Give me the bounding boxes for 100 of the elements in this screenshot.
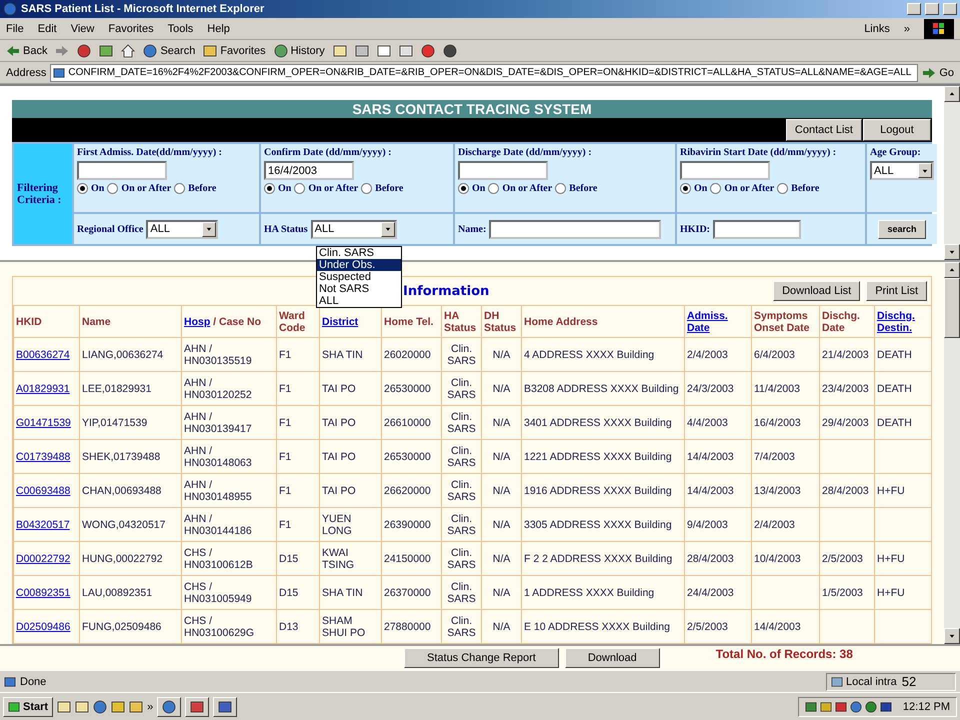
table-cell: 3305 ADDRESS XXXX Building — [522, 508, 684, 542]
table-cell: DEATH — [874, 338, 932, 372]
radio-button[interactable] — [680, 183, 691, 194]
radio-label: Before — [791, 183, 820, 194]
table-cell: H+FU — [874, 576, 932, 610]
go-button[interactable]: Go — [922, 66, 954, 80]
table-cell: Clin. SARS — [442, 440, 482, 474]
table-cell: AHN / HN030148955 — [182, 474, 276, 508]
table-cell: Clin. SARS — [442, 576, 482, 610]
radio-button[interactable] — [294, 183, 306, 194]
table-cell: H+FU — [874, 542, 932, 576]
more-links-button[interactable]: » — [904, 22, 910, 34]
table-cell: 21/4/2003 — [820, 338, 874, 372]
links-button[interactable]: Links — [864, 22, 890, 34]
toolbar-button[interactable]: Search — [143, 44, 196, 58]
table-cell: 13/4/2003 — [752, 474, 820, 508]
footer-button[interactable]: Download — [564, 648, 660, 668]
taskbar-button[interactable] — [213, 696, 238, 716]
radio-button[interactable] — [777, 183, 788, 194]
home-button[interactable] — [121, 44, 136, 58]
table-cell: CHS / HN03100629G — [182, 610, 276, 644]
toolbar-button[interactable]: History — [274, 44, 325, 58]
taskbar-button[interactable] — [185, 696, 210, 716]
scroll-down-button[interactable] — [944, 628, 960, 644]
ha-status-select[interactable]: ALL — [310, 220, 397, 238]
menu-item[interactable]: Favorites — [108, 22, 154, 34]
table-cell: B3208 ADDRESS XXXX Building — [522, 372, 684, 406]
nav-button[interactable]: Contact List — [786, 119, 862, 141]
scroll-down-button[interactable] — [944, 244, 960, 260]
table-cell: LEE,01829931 — [80, 372, 182, 406]
start-button[interactable]: Start — [3, 696, 54, 716]
table-cell: 24150000 — [382, 542, 442, 576]
date-field[interactable] — [680, 161, 770, 180]
column-header: HKID — [14, 306, 80, 338]
window-title: SARS Patient List - Microsoft Internet Explorer — [21, 3, 266, 15]
radio-button[interactable] — [710, 183, 722, 194]
scroll-up-button[interactable] — [944, 262, 960, 278]
table-cell: 11/4/2003 — [752, 372, 820, 406]
table-cell: N/A — [482, 338, 522, 372]
table-cell: 6/4/2003 — [752, 338, 820, 372]
minimize-button[interactable] — [907, 3, 921, 15]
column-header: Symptoms Onset Date — [752, 306, 820, 338]
radio-button[interactable] — [77, 183, 88, 194]
table-cell: 26390000 — [382, 508, 442, 542]
nav-button[interactable]: Logout — [863, 119, 931, 141]
menu-item[interactable]: View — [70, 22, 94, 34]
close-button[interactable] — [943, 3, 957, 15]
table-cell: 14/4/2003 — [684, 440, 752, 474]
filter-field-label: HKID: — [680, 224, 710, 234]
toolbar-button[interactable]: Favorites — [203, 44, 266, 58]
radio-button[interactable] — [488, 183, 500, 194]
scroll-thumb[interactable] — [944, 278, 960, 338]
column-sort-link[interactable]: Hosp — [184, 316, 210, 328]
table-cell: N/A — [482, 610, 522, 644]
age-group-select[interactable]: ALL — [870, 161, 934, 180]
date-field[interactable] — [458, 161, 548, 180]
footer-button[interactable]: Status Change Report — [404, 648, 559, 668]
table-cell: TAI PO — [320, 372, 382, 406]
radio-button[interactable] — [361, 183, 372, 194]
radio-button[interactable] — [555, 183, 566, 194]
table-cell: 26610000 — [382, 406, 442, 440]
radio-button[interactable] — [107, 183, 118, 194]
date-field[interactable] — [77, 161, 167, 180]
address-field[interactable]: CONFIRM_DATE=16%2F4%2F2003&CONFIRM_OPER=ON&RIB_DATE=&RIB_OPER=ON&DIS_DATE=&DIS_OPER=ON&HKID=&DISTRICT=ALL&HA_STATUS=ALL&NAME=&AGE=ALL — [50, 64, 918, 82]
maximize-button[interactable] — [925, 3, 939, 15]
name-field[interactable] — [489, 220, 662, 238]
regional-office-select[interactable]: ALL — [146, 220, 218, 238]
more-button[interactable]: » — [147, 700, 154, 712]
table-cell: AHN / HN030139417 — [182, 406, 276, 440]
scroll-up-button[interactable] — [944, 86, 960, 102]
table-cell: 14/4/2003 — [752, 610, 820, 644]
table-cell: 1916 ADDRESS XXXX Building — [522, 474, 684, 508]
page-number: 52 — [902, 674, 916, 689]
radio-label: Before — [375, 183, 404, 194]
radio-button[interactable] — [174, 183, 186, 194]
list-button[interactable]: Print List — [866, 281, 927, 301]
list-button[interactable]: Download List — [773, 281, 860, 301]
filter-label: Filtering Criteria : — [14, 144, 72, 244]
date-field[interactable]: 16/4/2003 — [264, 161, 354, 180]
menu-item[interactable]: Help — [207, 22, 230, 34]
radio-label: Before — [569, 183, 598, 194]
taskbar-button[interactable] — [157, 696, 182, 716]
table-cell: Clin. SARS — [442, 508, 482, 542]
search-button[interactable]: search — [878, 220, 926, 238]
table-cell: N/A — [482, 542, 522, 576]
hkid-field[interactable] — [713, 220, 801, 238]
toolbar-button[interactable]: Back — [6, 44, 48, 58]
menu-item[interactable]: Edit — [38, 22, 57, 34]
table-cell: 2/5/2003 — [684, 610, 752, 644]
table-cell: FUNG,02509486 — [80, 610, 182, 644]
menu-item[interactable]: File — [6, 22, 24, 34]
table-cell: Clin. SARS — [442, 474, 482, 508]
column-header: Home Address — [522, 306, 684, 338]
column-header: DH Status — [482, 306, 522, 338]
table-cell: 2/4/2003 — [684, 338, 752, 372]
radio-button[interactable] — [458, 183, 469, 194]
table-cell: N/A — [482, 576, 522, 610]
radio-button[interactable] — [264, 183, 275, 194]
dropdown-option[interactable]: Under Obs. — [317, 259, 401, 271]
menu-item[interactable]: Tools — [168, 22, 194, 34]
